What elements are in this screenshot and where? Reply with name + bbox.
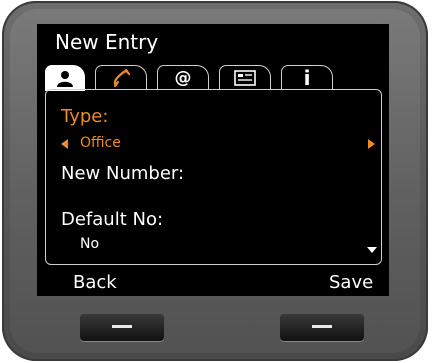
arrow-right-icon[interactable]: [368, 139, 375, 149]
scroll-down-icon: [367, 247, 377, 253]
default-no-value[interactable]: No: [80, 236, 99, 252]
default-no-label: Default No:: [61, 209, 164, 230]
at-sign-icon: @: [174, 67, 192, 88]
display-screen: New Entry @ i Type: Office New Number: D…: [37, 24, 389, 296]
tab-person[interactable]: [45, 65, 85, 91]
left-hardware-button[interactable]: [80, 313, 164, 341]
phone-handset-icon: [113, 68, 131, 87]
type-value: Office: [80, 135, 121, 151]
minus-icon: [312, 325, 332, 328]
tab-phone[interactable]: [95, 65, 147, 89]
right-hardware-button[interactable]: [280, 313, 364, 341]
tab-info[interactable]: i: [281, 65, 333, 90]
arrow-left-icon[interactable]: [61, 139, 68, 149]
tab-email[interactable]: @: [157, 65, 209, 89]
softkey-save[interactable]: Save: [329, 272, 373, 293]
tab-contact-card[interactable]: [219, 65, 271, 89]
type-label: Type:: [61, 106, 109, 127]
person-icon: [57, 70, 73, 87]
info-icon: i: [303, 65, 311, 90]
page-title: New Entry: [55, 30, 159, 54]
softkey-back[interactable]: Back: [73, 272, 117, 293]
contact-card-icon: [234, 69, 256, 86]
minus-icon: [112, 325, 132, 328]
new-number-label[interactable]: New Number:: [61, 163, 184, 184]
